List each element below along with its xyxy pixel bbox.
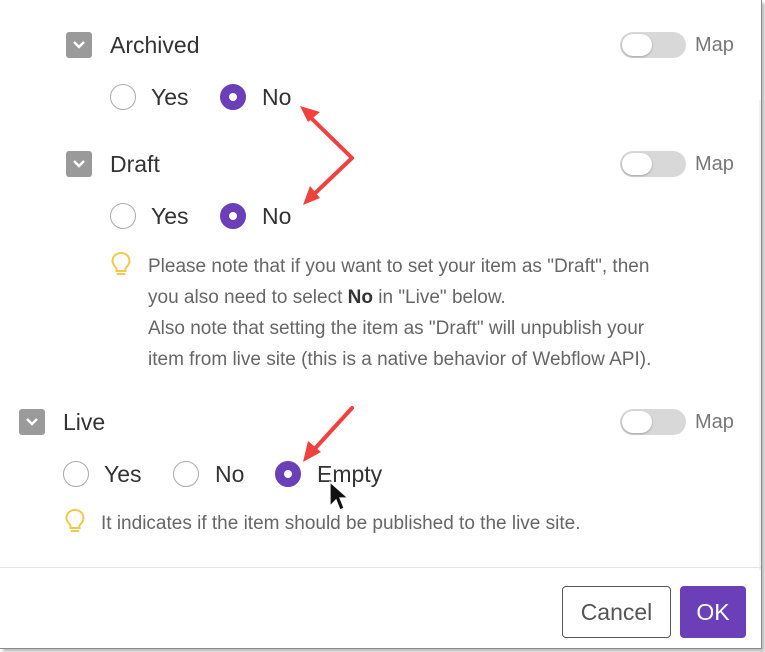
annotation-arrows xyxy=(300,106,354,511)
footer-divider xyxy=(0,567,761,568)
cancel-button[interactable]: Cancel xyxy=(562,586,671,638)
annotation-arrow-draft xyxy=(303,156,354,205)
annotation-arrow-archived xyxy=(300,106,354,160)
annotation-arrow-live xyxy=(303,406,354,462)
mouse-pointer-icon xyxy=(329,480,350,511)
ok-button[interactable]: OK xyxy=(680,586,746,638)
